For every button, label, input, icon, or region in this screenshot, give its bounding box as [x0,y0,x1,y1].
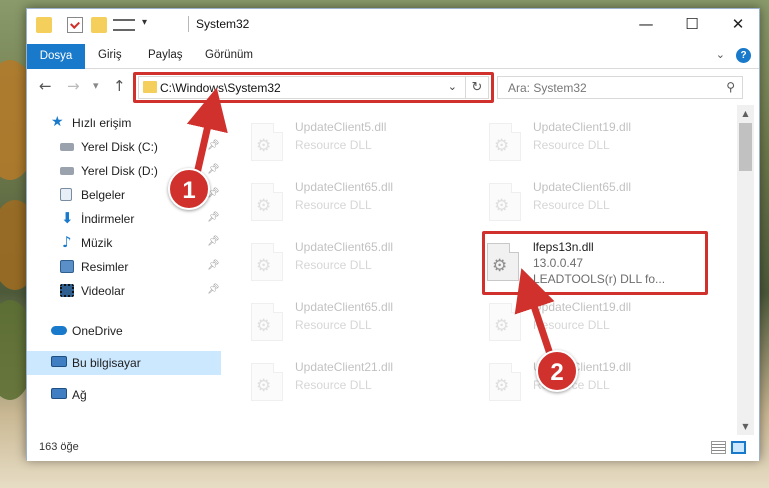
step-badge-2: 2 [536,350,578,392]
annotation-arrows [186,87,556,364]
arrow-2 [514,268,556,364]
arrow-1 [186,87,228,182]
step-badge-1: 1 [168,168,210,210]
